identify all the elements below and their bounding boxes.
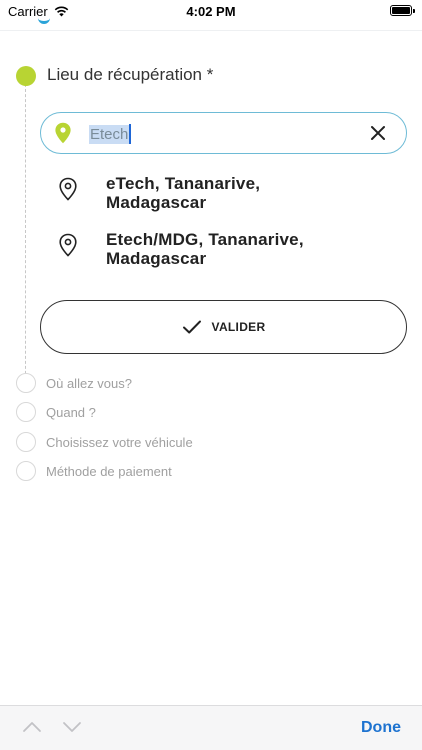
pickup-step-title: Lieu de récupération * xyxy=(47,65,214,84)
search-input[interactable]: Etech xyxy=(89,123,132,145)
clear-search-icon[interactable] xyxy=(368,123,388,143)
pickup-search-field[interactable]: Etech xyxy=(40,112,407,154)
active-step-dot xyxy=(16,66,36,86)
battery-icon xyxy=(390,5,415,16)
step-dot xyxy=(16,461,36,481)
suggestion-line2: Madagascar xyxy=(106,193,207,212)
validate-button[interactable]: VALIDER xyxy=(40,300,407,354)
keyboard-accessory-toolbar: Done xyxy=(0,705,422,750)
suggestion-line2: Madagascar xyxy=(106,249,207,268)
location-pin-icon xyxy=(55,122,71,144)
step-dot xyxy=(16,402,36,422)
step-when[interactable]: Quand ? xyxy=(16,402,96,422)
suggestion-label: eTech, Tananarive, Madagascar xyxy=(106,174,260,212)
step-destination[interactable]: Où allez vous? xyxy=(16,373,132,393)
checkmark-icon xyxy=(182,320,201,334)
step-vehicle[interactable]: Choisissez votre véhicule xyxy=(16,432,193,452)
step-payment[interactable]: Méthode de paiement xyxy=(16,461,172,481)
step-label: Quand ? xyxy=(46,404,96,420)
suggestion-item[interactable]: Etech/MDG, Tananarive, Madagascar xyxy=(56,230,396,268)
suggestion-line1: eTech, Tananarive, xyxy=(106,174,261,193)
location-outline-icon xyxy=(59,233,77,257)
location-outline-icon xyxy=(59,177,77,201)
steps-timeline-line xyxy=(25,84,26,384)
step-label: Où allez vous? xyxy=(46,375,132,391)
suggestion-label: Etech/MDG, Tananarive, Madagascar xyxy=(106,230,304,268)
header-divider xyxy=(0,30,422,31)
text-caret xyxy=(129,124,132,144)
status-bar: Carrier 4:02 PM xyxy=(0,0,422,24)
chevron-down-icon[interactable] xyxy=(62,720,82,734)
clock: 4:02 PM xyxy=(186,4,236,19)
step-dot xyxy=(16,373,36,393)
suggestion-item[interactable]: eTech, Tananarive, Madagascar xyxy=(56,174,396,212)
chevron-up-icon[interactable] xyxy=(22,720,42,734)
validate-button-label: VALIDER xyxy=(211,320,266,334)
search-selected-text: Etech xyxy=(89,124,130,144)
step-label: Méthode de paiement xyxy=(46,463,172,479)
step-label: Choisissez votre véhicule xyxy=(46,434,193,450)
done-button[interactable]: Done xyxy=(361,719,401,737)
suggestion-line1: Etech/MDG, Tananarive, xyxy=(106,230,304,249)
step-dot xyxy=(16,432,36,452)
